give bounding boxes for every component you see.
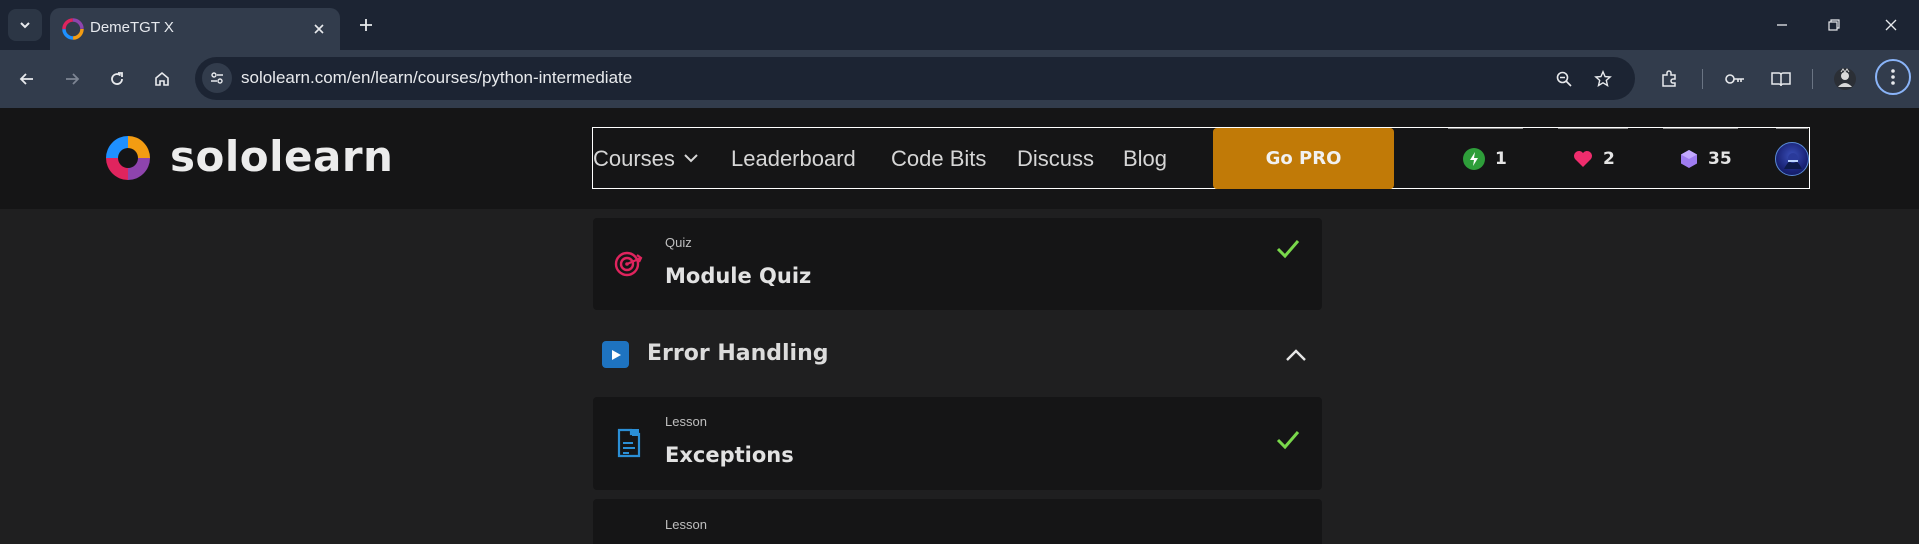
tab-search-button[interactable] (8, 9, 42, 41)
stat-underline (1776, 128, 1808, 129)
main-nav: Courses Leaderboard Code Bits Discuss Bl… (592, 127, 1810, 189)
home-icon (155, 71, 169, 86)
go-pro-button[interactable]: Go PRO (1213, 128, 1394, 189)
chevron-down-icon (20, 22, 30, 29)
restore-button[interactable] (1811, 10, 1857, 40)
password-key-icon (1725, 74, 1744, 84)
play-icon (602, 341, 629, 368)
reload-button[interactable] (101, 63, 133, 95)
collapse-button[interactable] (1280, 339, 1312, 371)
toolbar-separator (1702, 69, 1703, 89)
zoom-button[interactable] (1549, 64, 1579, 94)
nav-courses[interactable]: Courses (593, 146, 675, 172)
profile-icon (1834, 68, 1856, 90)
card-type-label: Lesson (665, 414, 707, 429)
target-icon (614, 251, 643, 277)
address-bar[interactable]: sololearn.com/en/learn/courses/python-in… (195, 57, 1635, 100)
extensions-button[interactable] (1653, 63, 1685, 95)
hearts-value: 2 (1603, 148, 1615, 169)
browser-tab-strip: DemeTGT X (0, 0, 1919, 50)
extensions-icon (1662, 70, 1676, 87)
reload-icon (111, 72, 123, 85)
lesson-card-exceptions[interactable]: Lesson Exceptions (593, 397, 1322, 490)
gem-icon (1681, 149, 1697, 168)
brand-name[interactable]: sololearn (170, 132, 393, 181)
chevron-up-icon (1286, 349, 1306, 361)
gems-counter[interactable]: 35 (1680, 128, 1732, 189)
close-icon (314, 24, 324, 34)
section-title: Error Handling (647, 341, 829, 366)
zoom-icon (1556, 71, 1572, 87)
forward-icon (66, 73, 80, 85)
close-window-button[interactable] (1868, 10, 1914, 40)
card-type-label: Quiz (665, 235, 692, 250)
reading-mode-button[interactable] (1765, 63, 1797, 95)
minimize-icon (1777, 24, 1787, 26)
site-header: sololearn Courses Leaderboard Code Bits … (0, 108, 1919, 209)
avatar-icon (1784, 153, 1802, 169)
back-icon (19, 73, 33, 85)
reading-mode-icon (1771, 72, 1791, 87)
card-title: Module Quiz (665, 264, 812, 288)
check-icon (1276, 240, 1300, 259)
hearts-counter[interactable]: 2 (1573, 128, 1615, 189)
menu-icon (1891, 69, 1895, 85)
tab-title: DemeTGT X (90, 19, 174, 36)
nav-code-bits[interactable]: Code Bits (891, 146, 986, 172)
home-button[interactable] (146, 63, 178, 95)
plus-icon (360, 19, 372, 31)
site-info-button[interactable] (202, 63, 232, 93)
browser-menu-button[interactable] (1875, 59, 1911, 95)
lesson-icon (617, 428, 641, 458)
back-button[interactable] (11, 63, 43, 95)
gems-value: 35 (1708, 148, 1732, 169)
minimize-button[interactable] (1759, 10, 1805, 40)
nav-discuss[interactable]: Discuss (1017, 146, 1094, 172)
nav-leaderboard[interactable]: Leaderboard (731, 146, 856, 172)
card-title: Exceptions (665, 443, 794, 467)
section-error-handling[interactable]: Error Handling (593, 331, 1322, 391)
streak-counter[interactable]: 1 (1463, 128, 1507, 189)
heart-icon (1574, 150, 1592, 167)
star-icon (1594, 70, 1612, 87)
sololearn-logo-icon[interactable] (100, 130, 156, 186)
card-type-label: Lesson (665, 517, 707, 532)
sololearn-favicon-icon (62, 18, 84, 40)
check-icon (1276, 431, 1300, 450)
browser-toolbar: sololearn.com/en/learn/courses/python-in… (0, 50, 1919, 108)
lesson-card[interactable]: Lesson (593, 499, 1322, 544)
user-avatar[interactable] (1775, 142, 1809, 176)
forward-button[interactable] (56, 63, 88, 95)
nav-blog[interactable]: Blog (1123, 146, 1167, 172)
toolbar-separator (1812, 69, 1813, 89)
restore-icon (1828, 19, 1840, 31)
streak-value: 1 (1495, 148, 1507, 169)
profile-button[interactable] (1829, 63, 1861, 95)
bookmark-button[interactable] (1588, 64, 1618, 94)
lightning-icon (1463, 147, 1485, 170)
close-window-icon (1885, 19, 1897, 31)
tab-close-button[interactable] (308, 18, 330, 40)
site-info-icon (211, 72, 223, 84)
password-button[interactable] (1719, 63, 1751, 95)
browser-tab[interactable]: DemeTGT X (50, 8, 340, 50)
module-quiz-card[interactable]: Quiz Module Quiz (593, 218, 1322, 310)
new-tab-button[interactable] (352, 11, 380, 39)
chevron-down-icon[interactable] (683, 152, 699, 164)
url-text[interactable]: sololearn.com/en/learn/courses/python-in… (241, 68, 632, 88)
